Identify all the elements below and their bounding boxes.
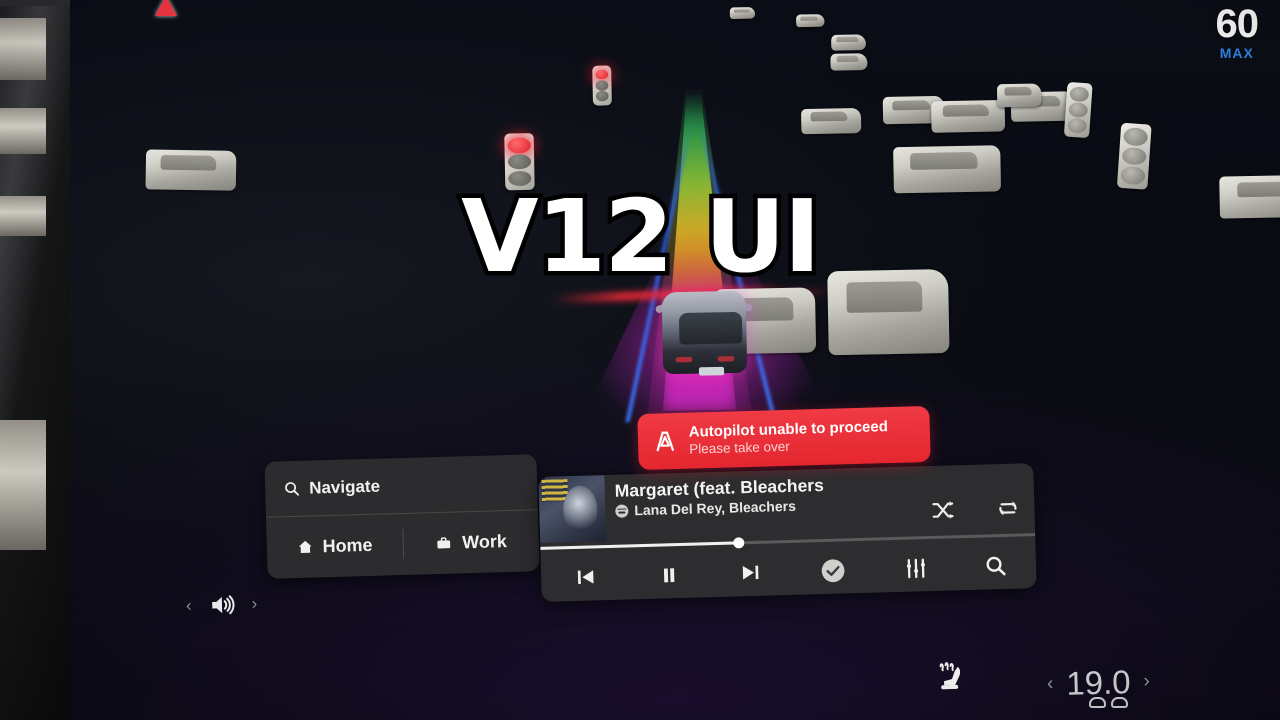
album-art[interactable] [538,475,607,543]
speed-value: 60 [1215,2,1259,46]
save-track-button[interactable] [790,546,875,595]
temperature-down-chevron[interactable]: ‹ [1047,673,1054,695]
speed-max-label: MAX [1219,45,1254,61]
volume-control[interactable]: ‹ › [186,591,258,619]
spotify-icon [615,503,629,518]
work-shortcut-button[interactable]: Work [403,530,539,555]
navigate-search-button[interactable]: Navigate [264,454,537,517]
media-player-card: Margaret (feat. Bleachers Lana Del Rey, … [538,463,1037,602]
check-circle-icon [821,558,845,582]
search-icon [986,556,1006,576]
pause-button[interactable] [628,550,709,599]
volume-down-chevron[interactable]: ‹ [186,596,192,616]
media-search-button[interactable] [956,541,1033,590]
home-shortcut-button[interactable]: Home [267,534,403,559]
traffic-vehicle [729,7,756,20]
briefcase-icon [437,536,451,548]
progress-handle[interactable] [733,537,745,549]
temperature-up-chevron[interactable]: › [1143,671,1150,693]
bezel-reflection [0,420,46,550]
progress-fill [540,541,739,550]
sliders-icon [906,558,926,578]
pause-icon [663,567,675,582]
overlay-title: V12 UI [457,174,826,300]
traffic-vehicle [800,107,862,135]
heated-seat-icon [939,662,961,690]
navigation-arrow-icon [155,0,177,16]
track-artist: Lana Del Rey, Bleachers [634,497,797,519]
front-defrost-icon[interactable] [1089,697,1106,708]
traffic-vehicle [830,53,868,71]
traffic-vehicle [996,83,1042,108]
tesla-center-display: 60 MAX Autopilot unable to proceed Pleas… [0,0,1280,720]
heated-seat-button[interactable] [935,661,970,699]
rear-defrost-icon[interactable] [1111,697,1128,708]
speed-indicator: 60 MAX [1216,4,1259,61]
skip-back-icon [577,570,594,585]
home-icon [298,540,312,553]
traffic-vehicle [831,34,867,51]
navigation-card: Navigate Home Work [264,454,540,579]
equalizer-button[interactable] [874,543,957,592]
traffic-light-red [592,65,612,106]
search-icon [285,482,300,496]
traffic-light-unlit [1063,81,1093,139]
work-label: Work [461,530,508,552]
repeat-icon[interactable] [995,495,1021,521]
autopilot-icon [656,431,675,452]
volume-up-chevron[interactable]: › [251,594,257,614]
traffic-vehicle [796,14,825,28]
bezel-top-edge [0,0,70,6]
next-track-button[interactable] [708,548,791,597]
defrost-buttons[interactable] [1089,697,1128,708]
autopilot-alert-banner[interactable]: Autopilot unable to proceed Please take … [637,405,931,471]
shuffle-icon[interactable] [930,497,956,523]
skip-forward-icon [742,565,758,580]
navigate-label: Navigate [308,476,381,498]
bezel-reflection [0,18,46,80]
previous-track-button[interactable] [541,552,630,601]
home-label: Home [322,534,373,556]
traffic-vehicle [931,99,1006,133]
bezel-reflection [0,108,46,154]
speaker-icon[interactable] [206,592,237,619]
